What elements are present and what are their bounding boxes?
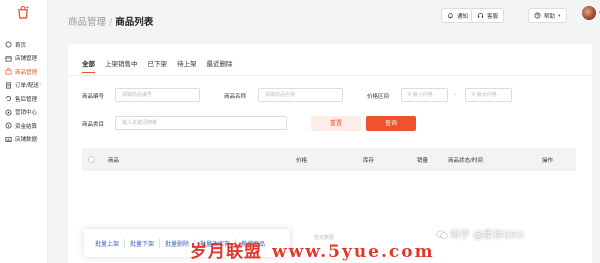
settlement-icon [5,122,12,129]
app-logo-icon[interactable] [17,5,30,19]
name-input[interactable]: 请输商品名称 [258,88,343,102]
site-watermark-domain: www.5yue.com [272,242,435,262]
sidebar-item-label: 售后管理 [15,96,38,103]
store-icon [5,55,12,62]
help-label: 帮助 [544,13,556,20]
help-dropdown[interactable]: 帮助 ▾ [528,8,567,23]
category-search-input[interactable]: 输入关键词搜索 [115,116,287,130]
sidebar-item-label: 店铺管理 [15,56,38,63]
sidebar-item-goods[interactable]: 商品管理 [0,65,48,79]
sidebar-item-settlement[interactable]: 资金结算 [0,119,48,133]
column-header-price: 价格 [296,158,308,164]
sidebar-item-label: 营销中心 [15,110,38,117]
sidebar-item-marketing[interactable]: 营销中心 [0,106,48,120]
code-label: 商品编号 [82,94,105,100]
column-header-sales: 销量 [417,158,429,164]
sidebar: 首页 店铺管理 商品管理 订单/配送 › 售后管理 营销中心 资金结算 店铺数据 [0,0,48,263]
sidebar-nav: 首页 店铺管理 商品管理 订单/配送 › 售后管理 营销中心 资金结算 店铺数据 [0,38,48,146]
bell-icon [448,13,453,19]
sidebar-item-label: 店铺数据 [15,137,38,144]
home-icon [5,41,12,48]
tab-on-sale[interactable]: 上架销售中 [105,58,138,73]
avatar[interactable] [582,6,596,20]
price-min-input[interactable]: ¥ 最小价格 [401,88,448,102]
chevron-right-icon: › [39,82,43,89]
zhihu-watermark: 知乎 @臣徐SEO [436,226,524,241]
query-button[interactable]: 查询 [366,116,416,131]
marketing-icon [5,109,12,116]
tab-pending[interactable]: 待上架 [177,58,197,73]
column-header-actions: 操作 [542,158,554,164]
data-icon [5,136,12,143]
breadcrumb-separator: / [109,17,113,28]
top-header: 商品管理/商品列表 通知 客服 帮助 ▾ ▾ [48,0,600,40]
reset-button[interactable]: 重置 [311,116,361,131]
status-tabs: 全部 上架销售中 已下架 待上架 最近删除 [82,58,243,73]
tab-off-shelf[interactable]: 已下架 [148,58,168,73]
breadcrumb: 商品管理 / 商品列表 [68,14,153,28]
sidebar-item-home[interactable]: 首页 [0,38,48,52]
help-icon [534,12,541,19]
order-icon [5,82,12,89]
price-range-separator: - [454,91,457,98]
wechat-icon [436,230,448,239]
notify-label: 通知 [457,13,469,20]
sidebar-item-data[interactable]: 店铺数据 [0,133,48,147]
tab-all[interactable]: 全部 [82,58,95,73]
chevron-down-icon: ▾ [558,12,561,19]
breadcrumb-parent[interactable]: 商品管理 [68,17,106,28]
notify-button[interactable]: 通知 [441,8,475,23]
sidebar-item-label: 资金结算 [15,123,38,130]
service-button[interactable]: 客服 [471,8,505,23]
tab-recently-deleted[interactable]: 最近删除 [207,58,233,73]
zhihu-watermark-text: 知乎 @臣徐SEO [450,230,524,241]
sidebar-item-orders[interactable]: 订单/配送 › [0,79,48,93]
price-max-input[interactable]: ¥ 最大价格 [465,88,512,102]
bulk-unpublish-button[interactable]: 批量下架 [125,238,161,248]
sidebar-item-label: 商品管理 [15,69,38,76]
after-sales-icon [5,95,12,102]
column-header-stock: 库存 [363,158,375,164]
sidebar-item-label: 首页 [15,42,27,49]
category-label: 商品类目 [82,122,105,128]
site-watermark: 岁月联盟 www.5yue.com [190,237,435,262]
code-input[interactable]: 请输商品编号 [115,88,200,102]
goods-icon [5,68,12,75]
name-label: 商品名称 [224,94,247,100]
table-header: 商品 价格 库存 销量 商品状态/时间 操作 [82,148,576,171]
tabs-divider [68,75,592,76]
select-all-checkbox[interactable] [88,156,95,163]
column-header-product: 商品 [108,158,120,164]
column-header-status-time: 商品状态/时间 [448,158,483,164]
price-label: 价格区间 [367,94,390,100]
page-title: 商品列表 [115,17,154,28]
sidebar-item-label: 订单/配送 [15,83,39,90]
service-label: 客服 [487,13,499,20]
bulk-publish-button[interactable]: 批量上架 [90,238,126,248]
sidebar-item-after-sales[interactable]: 售后管理 [0,92,48,106]
sidebar-item-store[interactable]: 店铺管理 [0,52,48,66]
headset-icon [477,12,484,18]
site-watermark-name: 岁月联盟 [190,242,262,262]
